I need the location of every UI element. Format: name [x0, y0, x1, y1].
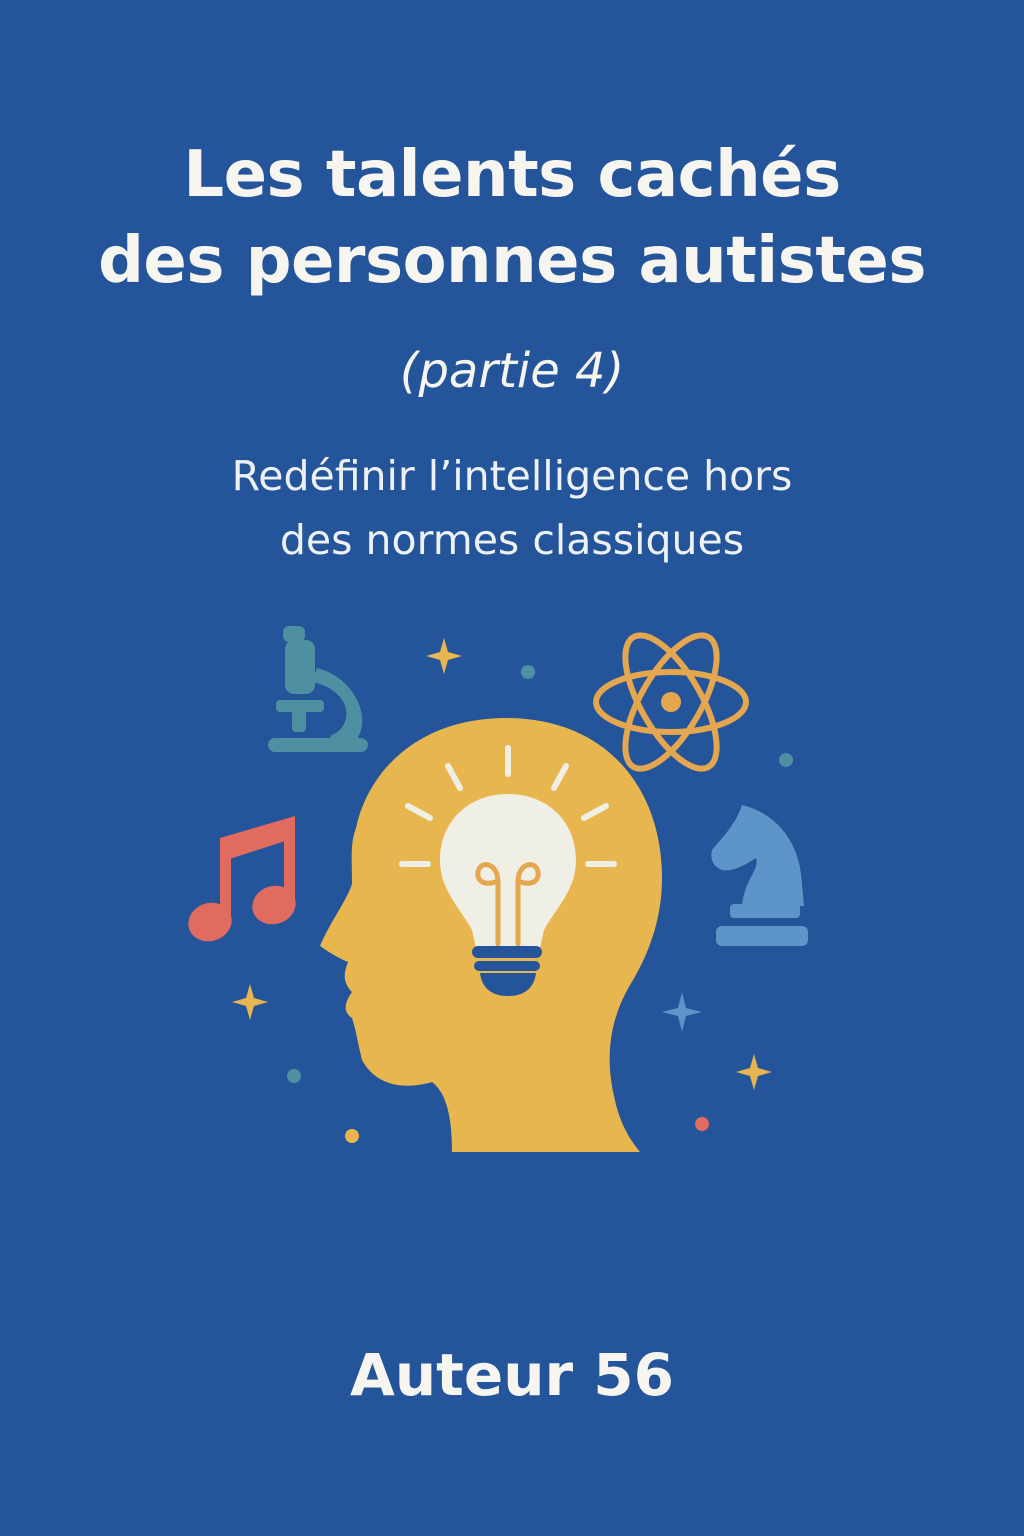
chess-knight-icon — [711, 805, 808, 946]
atom-icon — [593, 632, 749, 772]
cover-illustration — [188, 626, 808, 1152]
author-name: Auteur 56 — [349, 1341, 675, 1409]
microscope-icon — [268, 626, 368, 752]
music-note-icon — [188, 816, 296, 942]
book-cover: Les talents cachés des personnes autiste… — [0, 0, 1024, 1536]
